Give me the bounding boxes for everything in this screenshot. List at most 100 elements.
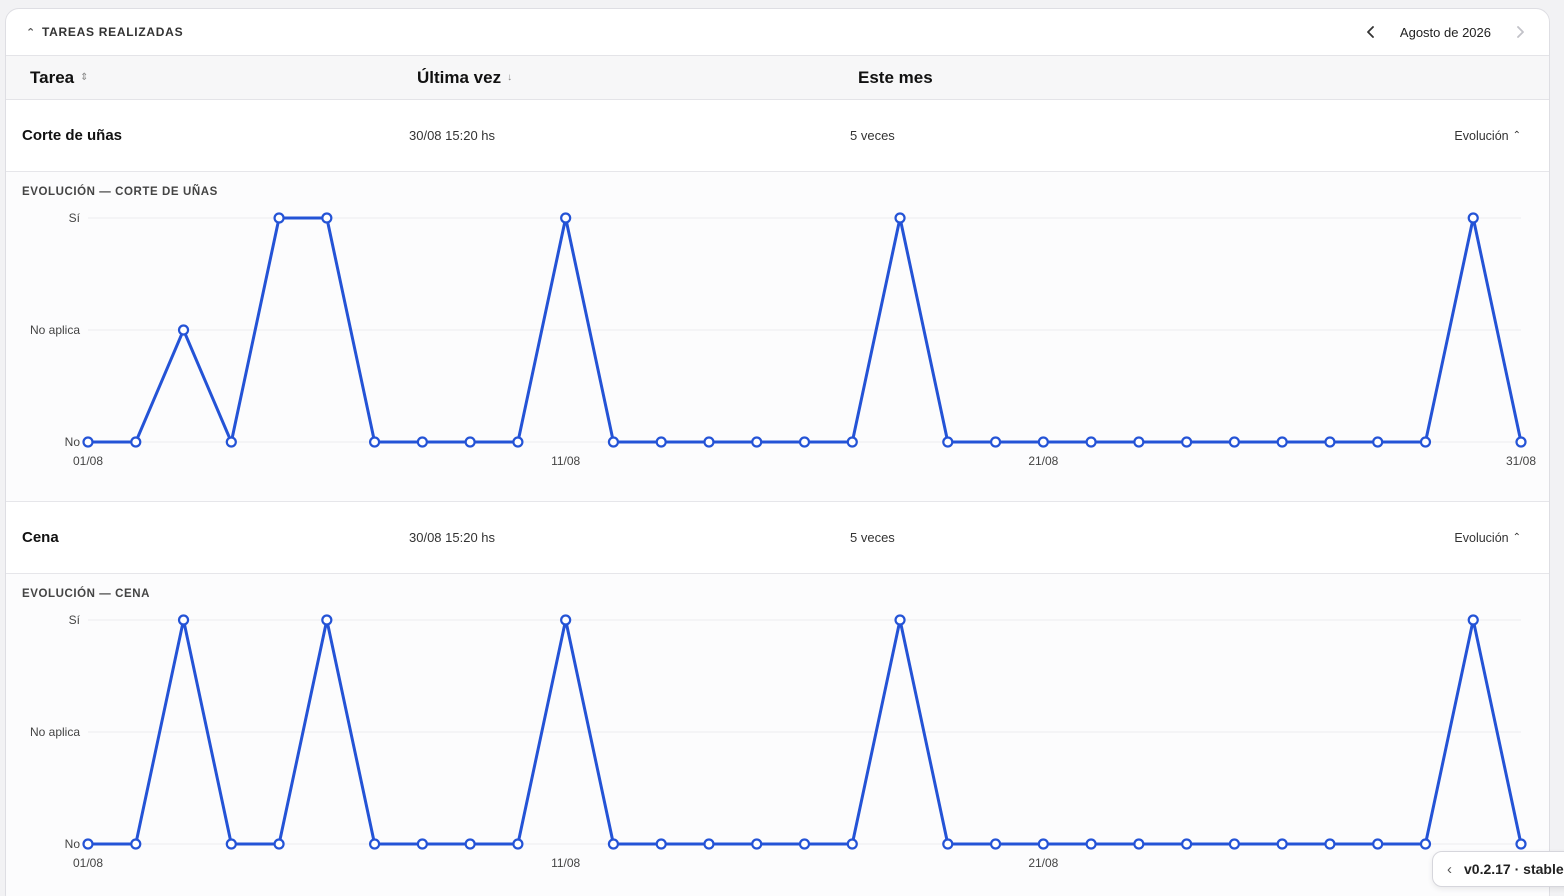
data-point [1228, 436, 1241, 448]
data-point [1228, 838, 1241, 850]
data-point [1133, 838, 1145, 850]
table-row: Corte de uñas 30/08 15:20 hs 5 veces Evo… [6, 100, 1549, 172]
x-tick-label: 11/08 [551, 856, 580, 870]
x-tick-label: 01/08 [73, 856, 103, 870]
column-month-label: Este mes [858, 67, 933, 87]
evolution-panel: EVOLUCIÓN — CENA No No aplica Sí 01/08 11/08… [6, 574, 1549, 896]
data-point [1372, 436, 1384, 448]
tasks-card: ⌃ TAREAS REALIZADAS Agosto de 2026 Tarea… [5, 8, 1550, 896]
y-tick-label: No aplica [30, 323, 80, 337]
data-point [1276, 838, 1288, 850]
column-month-header: Este mes [834, 68, 1549, 88]
data-point [1085, 436, 1097, 448]
x-tick-label: 21/08 [1028, 454, 1058, 468]
evolution-toggle-button[interactable]: Evolución ⌃ [1454, 129, 1521, 143]
prev-month-button[interactable] [1358, 19, 1384, 45]
section-title: TAREAS REALIZADAS [41, 25, 184, 39]
data-point [82, 838, 94, 850]
data-point [798, 838, 811, 850]
y-tick-label: No [65, 837, 81, 851]
x-tick-label: 01/08 [73, 454, 103, 468]
month-navigation: Agosto de 2026 [1358, 19, 1533, 45]
data-point [894, 212, 906, 224]
evolution-chart: No No aplica Sí 01/08 11/08 21/08 [30, 613, 1527, 870]
data-point [321, 614, 333, 626]
chevron-up-icon: ⌃ [1512, 130, 1521, 141]
evolution-toggle-label: Evolución [1454, 128, 1509, 143]
month-count: 5 veces [850, 128, 895, 143]
data-point [1419, 838, 1432, 850]
version-chip[interactable]: ‹ v0.2.17 · stable [1432, 851, 1564, 887]
data-point [703, 436, 715, 448]
month-label: Agosto de 2026 [1399, 24, 1491, 40]
column-task-header[interactable]: Tarea ⇕ [6, 68, 393, 88]
y-tick-label: Sí [69, 613, 81, 627]
data-point [989, 436, 1002, 448]
data-point [1467, 212, 1479, 224]
data-point [130, 838, 142, 850]
evolution-chart: No No aplica Sí 01/08 11/08 21/08 31/08 [30, 211, 1536, 468]
next-month-button[interactable] [1507, 19, 1533, 45]
data-point [1515, 838, 1527, 850]
data-point [1419, 436, 1432, 448]
data-point [416, 838, 428, 850]
y-tick-label: No [65, 435, 81, 449]
y-tick-label: Sí [69, 211, 81, 225]
x-tick-label: 11/08 [551, 454, 580, 468]
data-point [225, 436, 237, 448]
table-row: Cena 30/08 15:20 hs 5 veces Evolución ⌃ [6, 502, 1549, 574]
data-point [369, 838, 381, 850]
data-point [607, 436, 620, 448]
data-point [1324, 838, 1336, 850]
data-point [369, 436, 381, 448]
sort-both-icon: ⇕ [80, 72, 89, 83]
data-point [894, 614, 906, 626]
data-point [464, 838, 476, 850]
data-point [273, 838, 285, 850]
evolution-panel: EVOLUCIÓN — CORTE DE UÑAS No No aplica Sí 0… [6, 172, 1549, 502]
data-point [655, 436, 667, 448]
data-point [1133, 436, 1145, 448]
data-point [177, 614, 190, 626]
data-point [560, 614, 572, 626]
data-point [655, 838, 667, 850]
data-point [798, 436, 811, 448]
data-point [607, 838, 620, 850]
chevron-left-icon [1367, 26, 1374, 38]
data-point [942, 436, 954, 448]
data-point [846, 838, 858, 850]
data-point [82, 436, 94, 448]
month-count: 5 veces [850, 530, 895, 545]
data-point [1276, 436, 1288, 448]
column-last-label: Última vez [417, 67, 502, 87]
chevron-right-icon [1517, 26, 1524, 38]
data-point [1515, 436, 1527, 448]
data-point [751, 436, 763, 448]
data-point [560, 212, 572, 224]
data-point [321, 212, 333, 224]
data-point [846, 436, 858, 448]
x-tick-label: 21/08 [1028, 856, 1058, 870]
y-tick-label: No aplica [30, 725, 80, 739]
data-point [177, 324, 190, 336]
data-point [751, 838, 763, 850]
data-point [512, 838, 524, 850]
column-last-header[interactable]: Última vez ↓ [393, 68, 834, 88]
data-point [1085, 838, 1097, 850]
data-point [1324, 436, 1336, 448]
data-point [703, 838, 715, 850]
chevron-up-icon: ⌃ [26, 26, 36, 39]
data-point [273, 212, 285, 224]
evolution-toggle-label: Evolución [1454, 530, 1509, 545]
data-point [1372, 838, 1384, 850]
last-time: 30/08 15:20 hs [409, 530, 496, 545]
data-point [1467, 614, 1479, 626]
version-label: v0.2.17 · stable [1464, 861, 1564, 877]
data-point [1037, 436, 1049, 448]
section-toggle[interactable]: ⌃ TAREAS REALIZADAS [26, 25, 183, 39]
evolution-toggle-button[interactable]: Evolución ⌃ [1454, 531, 1521, 545]
sort-down-icon: ↓ [507, 72, 513, 83]
data-point [1037, 838, 1049, 850]
data-point [512, 436, 524, 448]
chevron-left-icon: ‹ [1447, 860, 1452, 878]
